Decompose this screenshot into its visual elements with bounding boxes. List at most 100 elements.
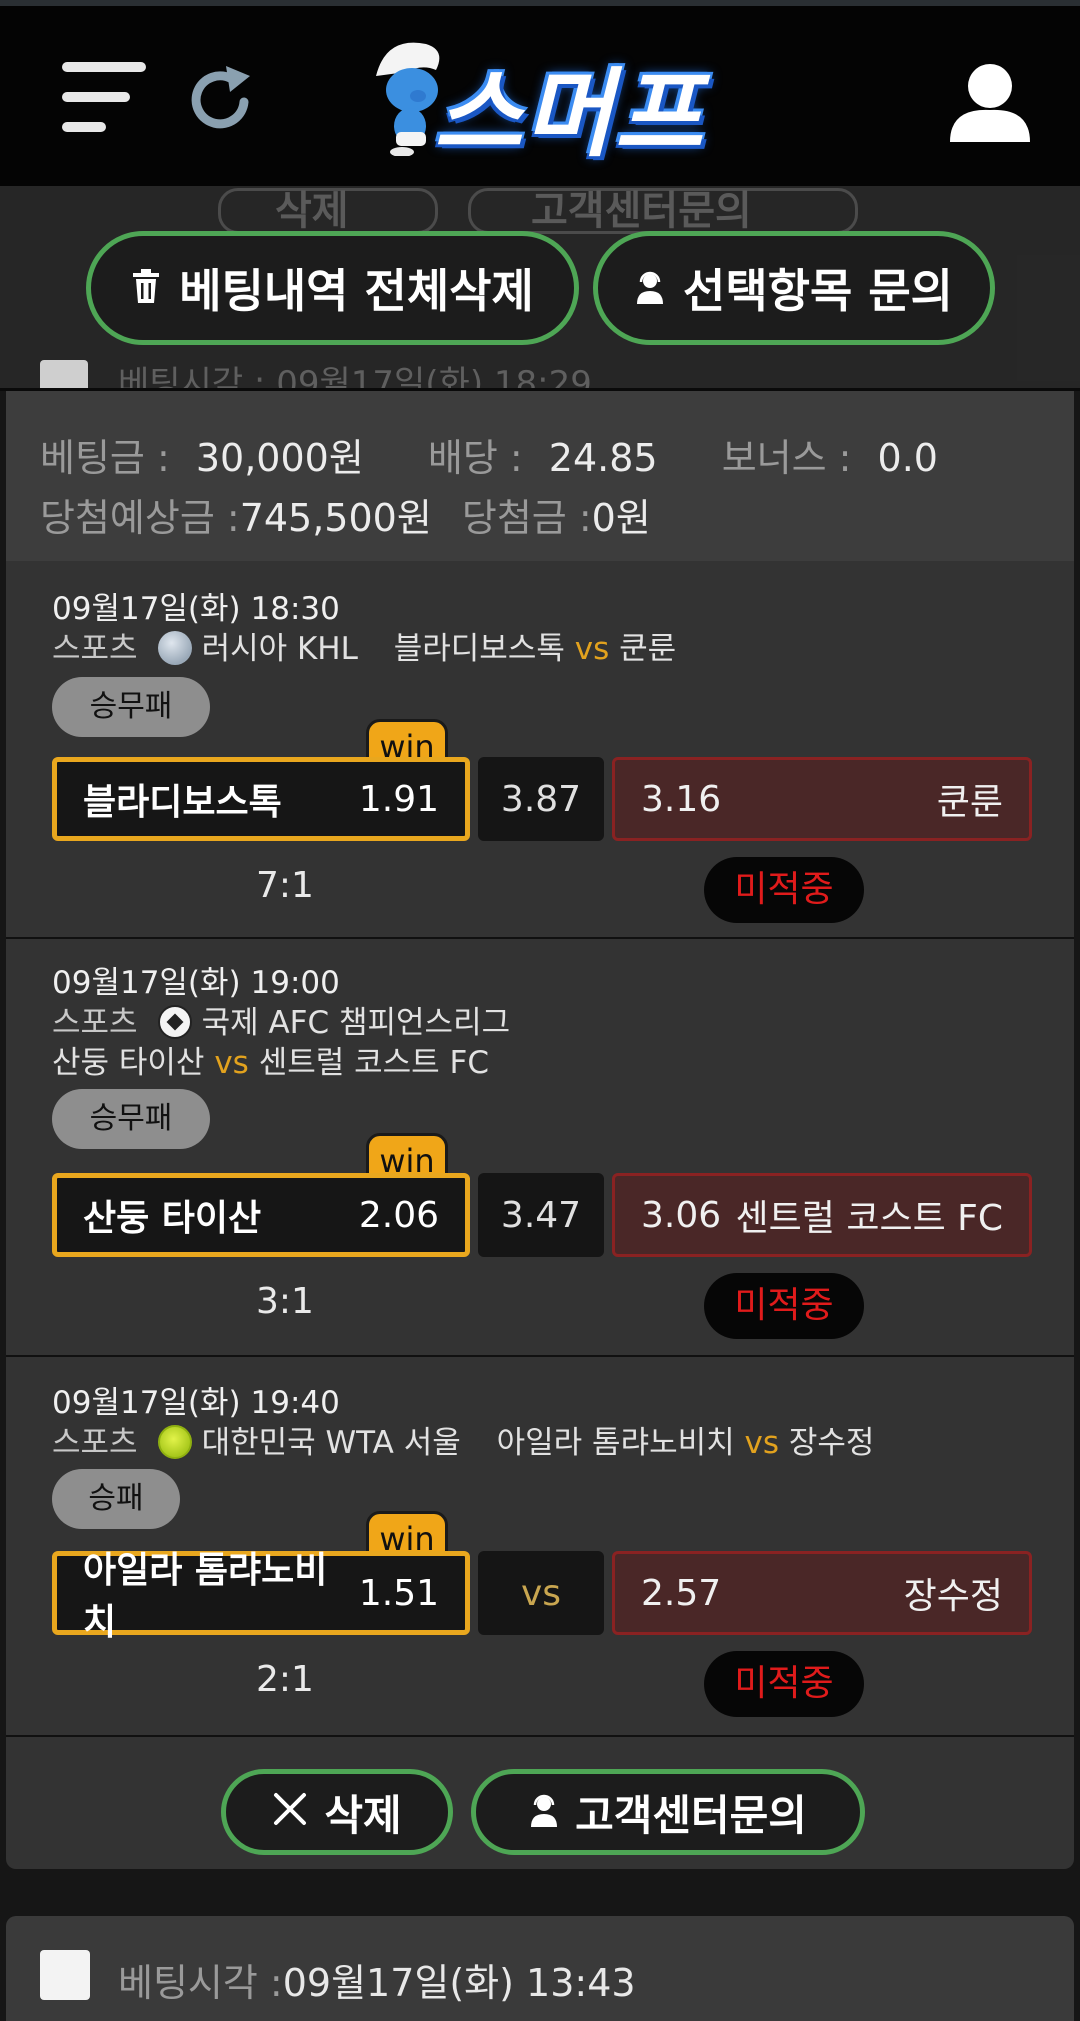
expected-prize-label: 당첨예상금 : — [40, 496, 240, 540]
summary-row-prize: 당첨예상금 :745,500원 당첨금 :0원 — [40, 487, 651, 542]
tennis-ball-icon — [157, 1425, 192, 1459]
customer-center-inquiry-button[interactable]: 고객센터문의 — [471, 1769, 865, 1855]
game-datetime: 09월17일(화) 18:30 — [52, 591, 340, 627]
game-info-line: 스포츠 국제 AFC 챔피언스리그 — [52, 997, 510, 1042]
bonus-label: 보너스 : — [721, 436, 852, 480]
game-info-line: 스포츠 대한민국 WTA 서울 아일라 톰랴노비치 vs 장수정 — [52, 1417, 874, 1462]
odds-value: 24.85 — [548, 436, 658, 480]
game-item: 09월17일(화) 19:40 스포츠 대한민국 WTA 서울 아일라 톰랴노비치… — [6, 1357, 1074, 1757]
bet-time-value: 09월17일(화) 13:43 — [282, 1961, 636, 2005]
bonus-value: 0.0 — [877, 436, 938, 480]
game-info-line: 스포츠 러시아 KHL 블라디보스톡 vs 쿤룬 — [52, 623, 676, 668]
inquiry-label: 선택항목 문의 — [683, 264, 953, 318]
selected-items-inquiry-button[interactable]: 선택항목 문의 — [593, 231, 995, 345]
header-divider — [0, 388, 1080, 391]
home-option-odds: 1.51 — [358, 1572, 439, 1614]
home-team: 산둥 타이산 — [52, 1045, 205, 1081]
delete-label: 삭제 — [324, 1790, 402, 1840]
delete-all-history-button[interactable]: 베팅내역 전체삭제 — [86, 231, 579, 345]
sport-category: 스포츠 — [52, 1005, 138, 1041]
home-option-odds: 2.06 — [358, 1194, 439, 1236]
soccer-ball-icon — [157, 1005, 192, 1039]
ghost-delete-button: 삭제 — [218, 188, 438, 234]
away-odds-option[interactable]: 3.16 쿤룬 — [612, 757, 1032, 841]
hamburger-menu-icon[interactable] — [62, 62, 146, 142]
game-datetime: 09월17일(화) 19:40 — [52, 1385, 340, 1421]
card-action-bar: 삭제 고객센터문의 — [6, 1759, 1074, 1869]
customer-center-label: 고객센터문의 — [575, 1790, 807, 1840]
home-option-team: 아일라 톰랴노비치 — [83, 1550, 328, 1643]
close-x-icon — [272, 1788, 308, 1837]
bet-time-label: 베팅시각 : — [118, 1961, 283, 2005]
game-score: 3:1 — [256, 1281, 314, 1322]
bet-time: 베팅시각 :09월17일(화) 13:43 — [118, 1952, 636, 2007]
won-amount-label: 당첨금 : — [461, 496, 592, 540]
home-option-team: 블라디보스톡 — [83, 782, 282, 823]
game-teams-line: 산둥 타이산 vs 센트럴 코스트 FC — [52, 1037, 489, 1082]
bet-summary: 베팅금 : 30,000원 배당 : 24.85 보너스 : 0.0 당첨예상금… — [6, 391, 1074, 561]
home-option-team: 산둥 타이산 — [83, 1198, 262, 1239]
draw-odds-option[interactable]: 3.47 — [478, 1173, 604, 1257]
home-odds-option[interactable]: 블라디보스톡 1.91 — [52, 757, 470, 841]
game-item: 09월17일(화) 18:30 스포츠 러시아 KHL 블라디보스톡 vs 쿤룬 … — [6, 561, 1074, 941]
won-amount-value: 0원 — [591, 496, 651, 540]
headset-agent-icon — [529, 1788, 559, 1837]
draw-odds-option[interactable]: 3.87 — [478, 757, 604, 841]
home-odds-option[interactable]: 산둥 타이산 2.06 — [52, 1173, 470, 1257]
headset-agent-icon — [635, 261, 665, 315]
bet-type-badge: 승무패 — [52, 1089, 210, 1149]
league-name: 대한민국 WTA 서울 — [201, 1425, 461, 1461]
summary-row-amounts: 베팅금 : 30,000원 배당 : 24.85 보너스 : 0.0 — [40, 427, 938, 482]
bet-type-badge: 승무패 — [52, 677, 210, 737]
trash-icon — [131, 261, 161, 315]
game-score: 7:1 — [256, 865, 314, 906]
sport-category: 스포츠 — [52, 1425, 138, 1461]
game-divider — [6, 1735, 1074, 1737]
away-odds-option[interactable]: 2.57 장수정 — [612, 1551, 1032, 1635]
logo-text: 스머프 — [434, 58, 705, 170]
refresh-icon[interactable] — [186, 62, 258, 138]
away-option-team: 센트럴 코스트 FC — [735, 1198, 1003, 1239]
bet-history-card: 베팅금 : 30,000원 배당 : 24.85 보너스 : 0.0 당첨예상금… — [6, 391, 1074, 1869]
home-team: 블라디보스톡 — [393, 631, 565, 667]
result-status-badge: 미적중 — [704, 1651, 864, 1717]
hockey-puck-icon — [157, 631, 192, 665]
away-option-odds: 2.57 — [641, 1572, 722, 1614]
vs-label: vs — [744, 1425, 780, 1461]
result-status-badge: 미적중 — [704, 1273, 864, 1339]
user-account-icon[interactable] — [946, 58, 1034, 146]
away-option-team: 쿤룬 — [936, 782, 1003, 823]
bet-history-card-next: 베팅시각 :09월17일(화) 13:43 — [6, 1916, 1074, 2021]
ghost-inquiry-button: 고객센터문의 — [468, 188, 858, 234]
league-name: 러시아 KHL — [201, 631, 358, 667]
game-score: 2:1 — [256, 1659, 314, 1700]
home-odds-option[interactable]: 아일라 톰랴노비치 1.51 — [52, 1550, 470, 1643]
game-item: 09월17일(화) 19:00 스포츠 국제 AFC 챔피언스리그 산둥 타이산 … — [6, 939, 1074, 1359]
home-team: 아일라 톰랴노비치 — [496, 1425, 735, 1461]
away-option-odds: 3.06 — [641, 1194, 722, 1236]
vs-label: vs — [574, 631, 610, 667]
bet-type-badge: 승패 — [52, 1469, 180, 1529]
away-team: 센트럴 코스트 FC — [258, 1045, 489, 1081]
away-odds-option[interactable]: 3.06 센트럴 코스트 FC — [612, 1173, 1032, 1257]
delete-all-label: 베팅내역 전체삭제 — [179, 264, 534, 318]
bet-amount-label: 베팅금 : — [40, 436, 170, 480]
expected-prize-value: 745,500원 — [239, 496, 432, 540]
away-team: 장수정 — [788, 1425, 875, 1461]
select-checkbox[interactable] — [40, 1950, 90, 2000]
league-name: 국제 AFC 챔피언스리그 — [201, 1005, 511, 1041]
away-team: 쿤룬 — [619, 631, 677, 667]
game-datetime: 09월17일(화) 19:00 — [52, 965, 340, 1001]
site-logo[interactable]: 스머프 — [366, 30, 716, 170]
result-status-badge: 미적중 — [704, 857, 864, 923]
home-option-odds: 1.91 — [358, 778, 439, 820]
sport-category: 스포츠 — [52, 631, 138, 667]
vs-label: vs — [214, 1045, 249, 1081]
bet-amount-value: 30,000원 — [195, 436, 364, 480]
away-option-team: 장수정 — [903, 1576, 1003, 1617]
odds-label: 배당 : — [427, 436, 523, 480]
away-option-odds: 3.16 — [641, 778, 722, 820]
top-navigation-bar: 스머프 — [0, 0, 1080, 186]
delete-bet-button[interactable]: 삭제 — [221, 1769, 453, 1855]
draw-option-vs: vs — [478, 1551, 604, 1635]
